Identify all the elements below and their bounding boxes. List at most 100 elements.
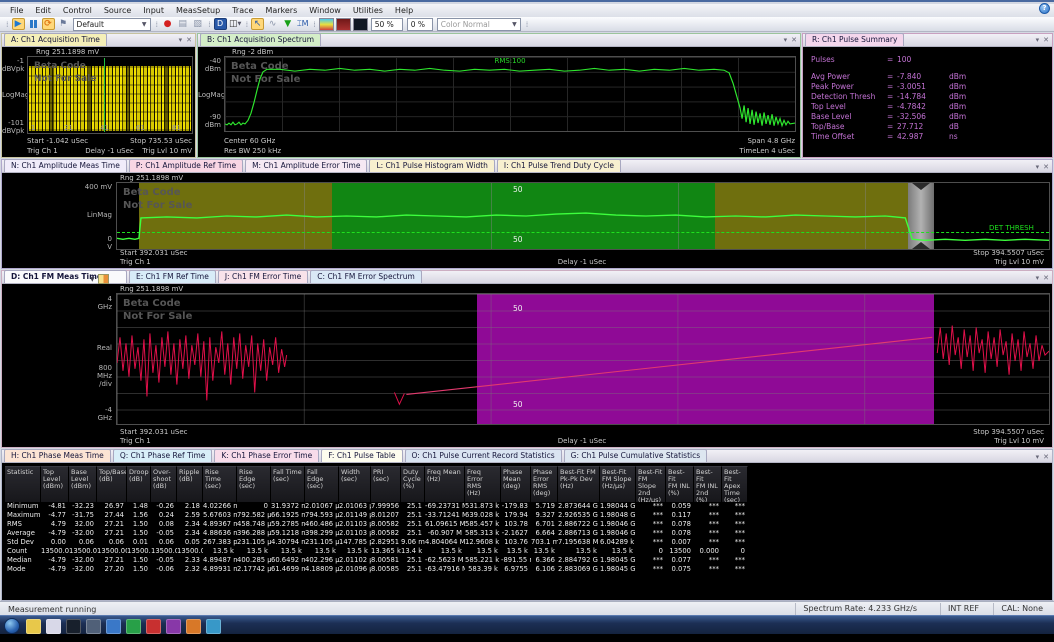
fm-meas-plot[interactable]: Beta CodeNot For Sale 50 50 xyxy=(116,293,1050,425)
menu-item[interactable]: MeasSetup xyxy=(170,6,226,15)
stats-tab[interactable]: G: Ch1 Pulse Cumulative Statistics xyxy=(564,449,707,462)
menu-item[interactable]: Source xyxy=(98,6,137,15)
taskbar-app-icon[interactable] xyxy=(86,619,101,634)
taskbar-app-icon[interactable] xyxy=(46,619,61,634)
color-scheme-dropdown[interactable]: Color Normal ▼ xyxy=(437,18,521,31)
spectrogram-thumb3-icon[interactable] xyxy=(353,18,368,31)
stats-header-cell[interactable]: Best-Fit FM INL 2nd (%) xyxy=(694,466,722,502)
menu-item[interactable]: Utilities xyxy=(347,6,389,15)
stats-header-cell[interactable]: Top/Base (dB) xyxy=(97,466,127,502)
taskbar-app-icon[interactable] xyxy=(26,619,41,634)
menu-item[interactable]: Input xyxy=(137,6,170,15)
trace-style-icon[interactable] xyxy=(98,274,109,284)
close-icon[interactable]: ✕ xyxy=(186,36,192,44)
close-icon[interactable]: ✕ xyxy=(791,36,797,44)
pulse-statistics-table[interactable]: StatisticTop Level (dBm)Base Level (dBm)… xyxy=(5,466,748,574)
display-icon[interactable]: D xyxy=(214,18,227,30)
close-icon[interactable]: ✕ xyxy=(1043,274,1049,282)
taskbar-app-icon[interactable] xyxy=(146,619,161,634)
stats-header-cell[interactable]: Statistic xyxy=(5,466,41,502)
windows-start-button[interactable] xyxy=(4,618,20,634)
close-icon[interactable]: ✕ xyxy=(1043,453,1049,461)
export-trace-icon[interactable]: ▧ xyxy=(191,18,204,30)
stats-header-cell[interactable]: Top Level (dBm) xyxy=(41,466,69,502)
spectrogram-thumb2-icon[interactable] xyxy=(336,18,351,31)
close-icon[interactable]: ✕ xyxy=(1043,36,1049,44)
marker-triangle-icon[interactable]: ▼ xyxy=(281,18,294,30)
stats-header-cell[interactable]: PRI (sec) xyxy=(371,466,401,502)
copy-screen-icon[interactable]: ▤ xyxy=(176,18,189,30)
minimize-icon[interactable]: ▾ xyxy=(784,36,788,44)
taskbar-app-icon[interactable] xyxy=(166,619,181,634)
taskbar-app-icon[interactable] xyxy=(126,619,141,634)
stats-header-cell[interactable]: Rise Time (sec) xyxy=(203,466,237,502)
stats-header-cell[interactable]: Fall Time (sec) xyxy=(271,466,305,502)
minimize-icon[interactable]: ▾ xyxy=(1036,274,1040,282)
stats-header-cell[interactable]: Phase Error RMS (deg) xyxy=(531,466,558,502)
restart-button[interactable]: ⟳ xyxy=(42,18,55,30)
minimize-icon[interactable]: ▾ xyxy=(1036,163,1040,171)
stats-header-cell[interactable]: Duty Cycle (%) xyxy=(401,466,425,502)
band-marker-icon[interactable]: ∿ xyxy=(266,18,279,30)
amplitude-tab[interactable]: P: Ch1 Amplitude Ref Time xyxy=(129,159,243,172)
tab-acquisition-time[interactable]: A: Ch1 Acquisition Time xyxy=(4,33,107,46)
amplitude-tab[interactable]: I: Ch1 Pulse Trend Duty Cycle xyxy=(497,159,621,172)
preset-dropdown[interactable]: Default ▼ xyxy=(73,18,151,31)
tab-pulse-summary[interactable]: R: Ch1 Pulse Summary xyxy=(805,33,904,46)
taskbar-app-icon[interactable] xyxy=(206,619,221,634)
transparency-percent-field[interactable]: 0 % xyxy=(407,18,433,31)
fm-tab[interactable]: J: Ch1 FM Error Time xyxy=(218,270,308,283)
stats-header-cell[interactable]: Best-Fit FM Slope (Hz/µs) xyxy=(600,466,636,502)
stats-tab[interactable]: Q: Ch1 Phase Ref Time xyxy=(113,449,213,462)
minimize-icon[interactable]: ▾ xyxy=(1036,453,1040,461)
chevron-down-icon[interactable]: ▼ xyxy=(90,276,95,283)
stats-tab[interactable]: H: Ch1 Phase Meas Time xyxy=(4,449,111,462)
stats-header-cell[interactable]: Droop (dB) xyxy=(127,466,151,502)
tab-acquisition-spectrum[interactable]: B: Ch1 Acquisition Spectrum xyxy=(200,33,321,46)
acquisition-time-plot[interactable]: Beta CodeNot For Sale 121416181 xyxy=(27,56,193,134)
stats-header-cell[interactable]: Best-Fit FM Pk-Pk Dev (Hz) xyxy=(558,466,600,502)
play-button[interactable]: ▶ xyxy=(12,18,25,30)
stats-header-cell[interactable]: Rise Edge (sec) xyxy=(237,466,271,502)
pause-button[interactable] xyxy=(27,18,40,30)
layout-grid-icon[interactable]: ◫▼ xyxy=(229,18,242,30)
acquisition-spectrum-plot[interactable]: Beta CodeNot For Sale RMS:100 xyxy=(224,56,796,132)
time-cursor-line[interactable] xyxy=(104,58,105,132)
stats-tab[interactable]: O: Ch1 Pulse Current Record Statistics xyxy=(405,449,562,462)
fm-tab[interactable]: C: Ch1 FM Error Spectrum xyxy=(310,270,421,283)
stats-header-cell[interactable]: Base Level (dBm) xyxy=(69,466,97,502)
stats-header-cell[interactable]: Phase Mean (deg) xyxy=(501,466,531,502)
stats-header-cell[interactable]: Fall Edge (sec) xyxy=(305,466,339,502)
menu-item[interactable]: Help xyxy=(389,6,419,15)
stats-header-cell[interactable]: Over- shoot (dB) xyxy=(151,466,177,502)
stats-header-cell[interactable]: Best-Fit FM Slope 2nd (Hz/µs) xyxy=(636,466,666,502)
stats-tab[interactable]: K: Ch1 Phase Error Time xyxy=(214,449,319,462)
taskbar-app-icon[interactable] xyxy=(66,619,81,634)
spectrogram-thumb-icon[interactable] xyxy=(319,18,334,31)
minimize-icon[interactable]: ▾ xyxy=(1036,36,1040,44)
stats-header-cell[interactable]: Ripple (dB) xyxy=(177,466,203,502)
amplitude-tab[interactable]: N: Ch1 Amplitude Meas Time xyxy=(4,159,127,172)
marker-table-icon[interactable]: ⌶M xyxy=(296,18,309,30)
menu-item[interactable]: File xyxy=(4,6,29,15)
amplitude-tab[interactable]: M: Ch1 Amplitude Error Time xyxy=(245,159,367,172)
stats-tab[interactable]: F: Ch1 Pulse Table xyxy=(321,449,402,462)
menu-item[interactable]: Trace xyxy=(226,6,259,15)
amplitude-meas-plot[interactable]: Beta CodeNot For Sale 50 50 DET THRESH xyxy=(116,182,1050,250)
stats-header-cell[interactable]: Freq Mean (Hz) xyxy=(425,466,465,502)
zoom-percent-field[interactable]: 50 % xyxy=(371,18,403,31)
select-tool-icon[interactable]: ↖ xyxy=(251,18,264,30)
close-icon[interactable]: ✕ xyxy=(1043,163,1049,171)
minimize-icon[interactable]: ▾ xyxy=(179,36,183,44)
record-button[interactable]: ● xyxy=(161,18,174,30)
help-icon[interactable]: ? xyxy=(1039,3,1050,14)
taskbar-app-icon[interactable] xyxy=(186,619,201,634)
fm-tab[interactable]: E: Ch1 FM Ref Time xyxy=(129,270,216,283)
stats-header-cell[interactable]: Best-Fit Apex Time (sec) xyxy=(722,466,748,502)
trigger-flag-icon[interactable]: ⚑ xyxy=(57,18,70,30)
taskbar-app-icon[interactable] xyxy=(106,619,121,634)
stats-header-cell[interactable]: Best-Fit FM INL (%) xyxy=(666,466,694,502)
cal-indicator[interactable]: CAL: None xyxy=(993,603,1050,615)
amplitude-tab[interactable]: L: Ch1 Pulse Histogram Width xyxy=(369,159,494,172)
reference-indicator[interactable]: INT REF xyxy=(940,603,986,615)
